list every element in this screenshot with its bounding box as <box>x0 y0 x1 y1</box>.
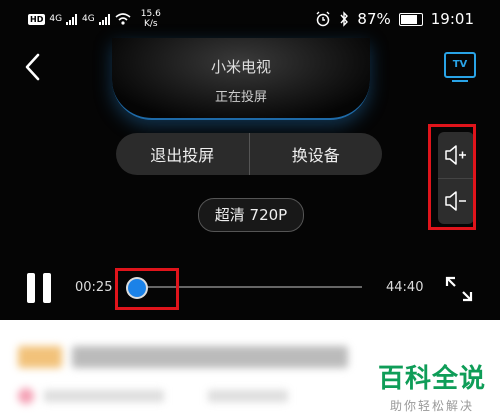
speed-unit: K/s <box>143 19 158 29</box>
device-name: 小米电视 <box>210 58 271 76</box>
watermark-logo: 百科全说 助你轻松解决 <box>376 358 488 414</box>
back-arrow-icon[interactable] <box>22 52 44 82</box>
exit-cast-button[interactable]: 退出投屏 <box>116 133 249 175</box>
speed-value: 15.6 <box>140 9 161 19</box>
hd-badge: HD <box>28 13 46 25</box>
watermark-title: 百科全说 <box>377 364 486 394</box>
pause-bar-right <box>43 273 51 303</box>
blurred-text <box>72 346 348 368</box>
clock: 19:01 <box>430 10 474 28</box>
elapsed-time: 00:25 <box>75 280 113 295</box>
signal-bars-icon <box>66 13 78 25</box>
network-speed: 15.6 K/s <box>141 9 161 29</box>
blurred-tag <box>18 346 62 368</box>
signal-4g-1: 4G <box>49 14 63 24</box>
pause-button[interactable] <box>27 273 53 303</box>
cast-action-group: 退出投屏 换设备 <box>116 133 382 175</box>
total-duration: 44:40 <box>386 280 424 295</box>
switch-device-button[interactable]: 换设备 <box>250 133 383 175</box>
bluetooth-icon <box>340 11 349 27</box>
watermark-subtitle: 助你轻松解决 <box>389 399 474 413</box>
player-screen: HD 4G 4G 15.6 K/s 87% 19:01 小米电视 正在投屏 TV… <box>0 0 500 320</box>
alarm-icon <box>316 11 330 27</box>
blurred-meta-text-2 <box>208 390 288 402</box>
tv-icon[interactable]: TV <box>444 52 476 82</box>
pause-bar-left <box>27 273 35 303</box>
quality-button[interactable]: 超清 720P <box>198 198 304 232</box>
volume-highlight-box <box>428 124 476 230</box>
device-panel: 小米电视 正在投屏 <box>112 38 370 120</box>
signal-4g-2: 4G <box>82 14 95 24</box>
related-content: 百科全说 助你轻松解决 <box>0 320 500 418</box>
battery-percent: 87% <box>357 10 391 28</box>
wifi-icon <box>115 13 131 25</box>
cast-status: 正在投屏 <box>214 90 267 105</box>
battery-icon <box>398 12 423 26</box>
progress-highlight-box <box>115 268 179 310</box>
blurred-avatar <box>18 388 34 404</box>
blurred-meta <box>18 388 298 404</box>
blurred-title <box>18 346 348 368</box>
status-bar: HD 4G 4G 15.6 K/s 87% 19:01 <box>0 0 500 38</box>
blurred-meta-text <box>44 390 164 402</box>
signal-bars-icon <box>98 13 110 25</box>
fullscreen-icon[interactable] <box>444 275 474 303</box>
